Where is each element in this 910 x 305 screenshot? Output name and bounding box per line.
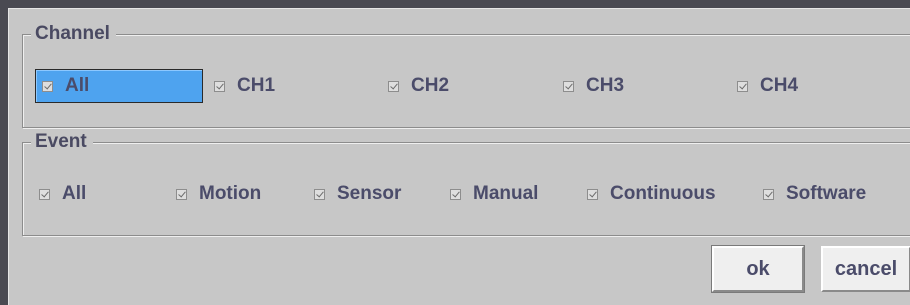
checkmark-icon xyxy=(563,80,574,92)
event-software-checkbox[interactable]: Software xyxy=(763,177,866,211)
channel-ch4-label: CH4 xyxy=(760,75,799,96)
channel-all-label: All xyxy=(65,75,90,96)
channel-legend: Channel xyxy=(31,21,116,47)
channel-ch2-label: CH2 xyxy=(411,75,450,96)
ok-button[interactable]: ok xyxy=(711,245,805,293)
checkmark-icon xyxy=(176,188,187,200)
event-all-label: All xyxy=(62,183,87,204)
event-manual-label: Manual xyxy=(473,183,539,204)
checkmark-icon xyxy=(388,80,399,92)
cancel-button[interactable]: cancel xyxy=(821,246,910,292)
event-continuous-checkbox[interactable]: Continuous xyxy=(587,177,716,211)
channel-ch1-label: CH1 xyxy=(237,75,276,96)
checkmark-icon xyxy=(450,188,461,200)
channel-ch1-checkbox[interactable]: CH1 xyxy=(214,69,275,103)
channel-ch3-checkbox[interactable]: CH3 xyxy=(563,69,624,103)
checkmark-icon xyxy=(763,188,774,200)
event-sensor-checkbox[interactable]: Sensor xyxy=(314,177,401,211)
filter-dialog: Channel Event All CH1 CH2 CH3 CH4 All Mo… xyxy=(8,8,910,305)
checkmark-icon xyxy=(314,188,325,200)
event-all-checkbox[interactable]: All xyxy=(39,177,86,211)
channel-ch4-checkbox[interactable]: CH4 xyxy=(737,69,798,103)
event-software-label: Software xyxy=(786,183,867,204)
checkmark-icon xyxy=(737,80,748,92)
channel-ch3-label: CH3 xyxy=(586,75,625,96)
event-continuous-label: Continuous xyxy=(610,183,716,204)
channel-ch2-checkbox[interactable]: CH2 xyxy=(388,69,449,103)
checkmark-icon xyxy=(214,80,225,92)
event-sensor-label: Sensor xyxy=(337,183,402,204)
channel-all-checkbox[interactable]: All xyxy=(35,69,203,103)
event-motion-checkbox[interactable]: Motion xyxy=(176,177,261,211)
event-legend: Event xyxy=(31,129,93,155)
event-motion-label: Motion xyxy=(199,183,262,204)
checkmark-icon xyxy=(42,80,53,92)
event-manual-checkbox[interactable]: Manual xyxy=(450,177,538,211)
checkmark-icon xyxy=(39,188,50,200)
checkmark-icon xyxy=(587,188,598,200)
